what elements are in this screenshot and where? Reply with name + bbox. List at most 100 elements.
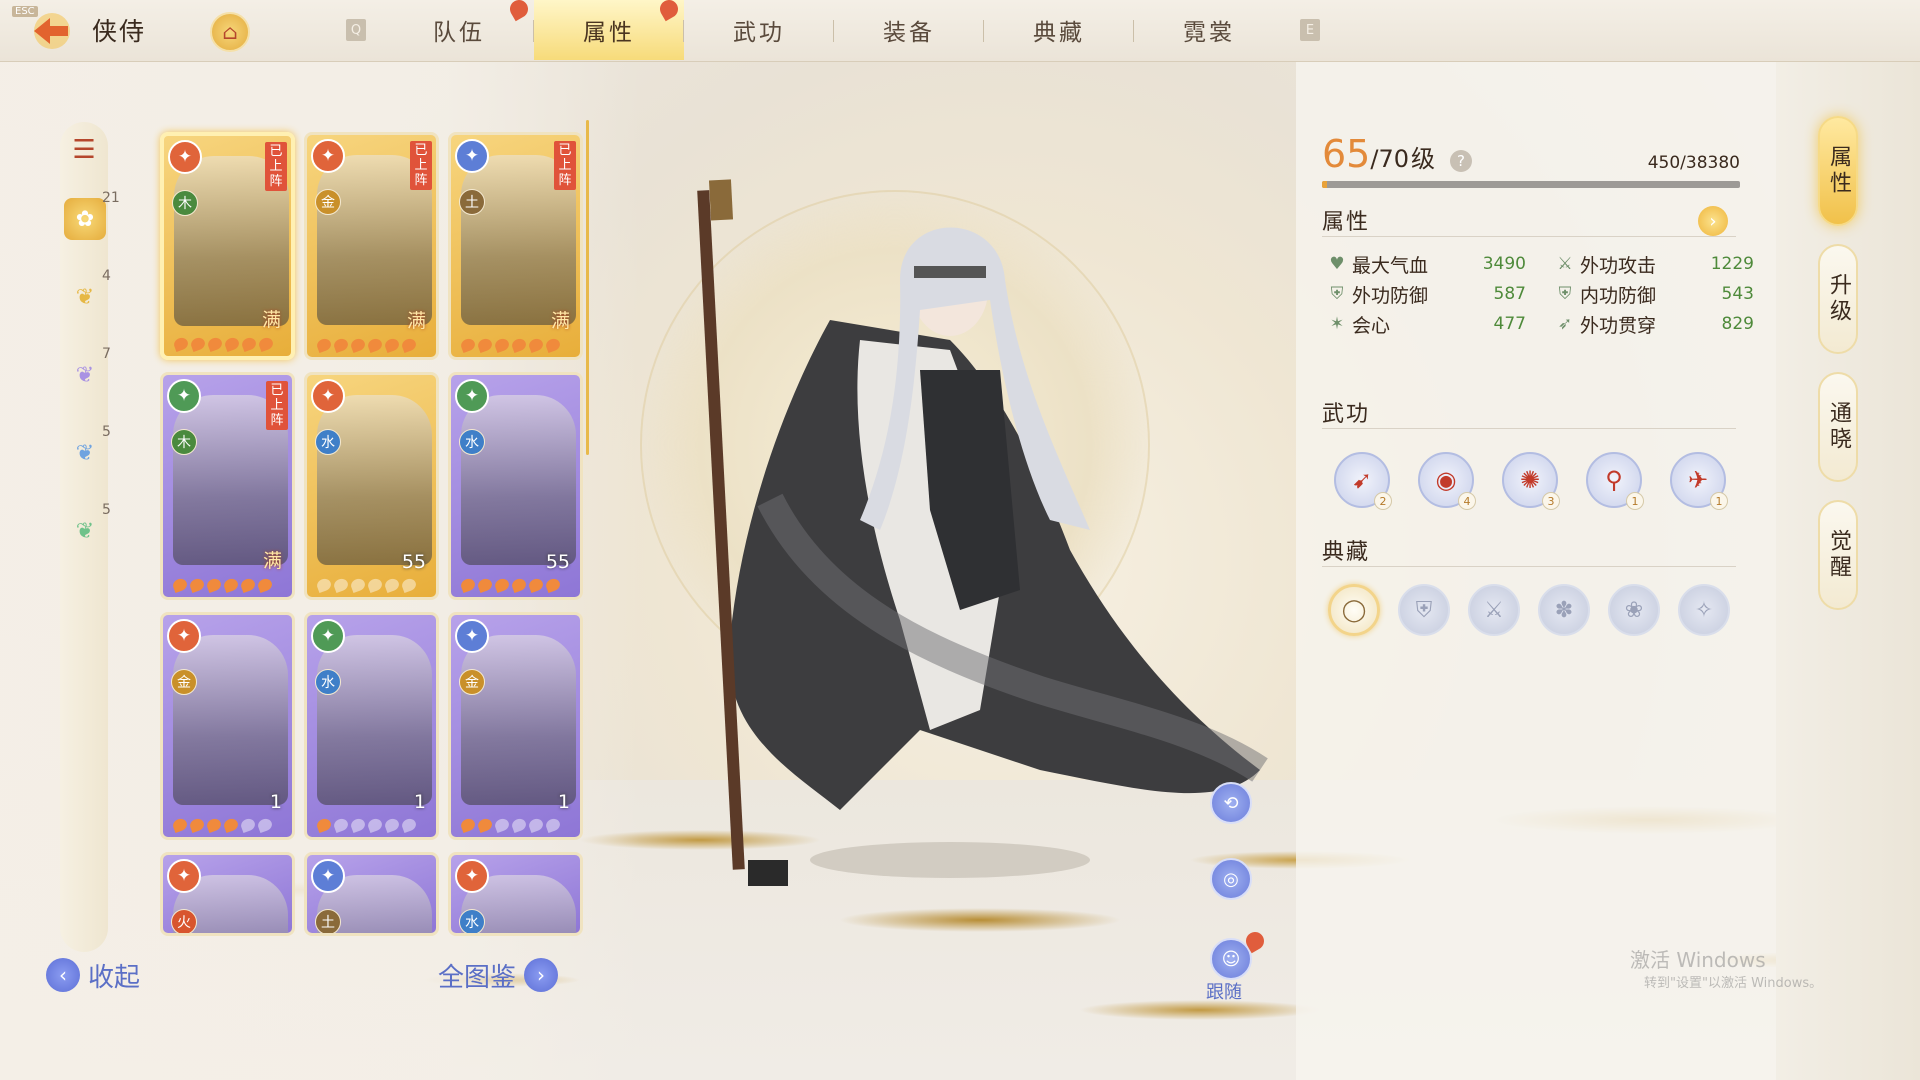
side-tab-1[interactable]: 升级 xyxy=(1818,244,1858,354)
star-icon xyxy=(171,816,189,834)
filter-faction-2[interactable]: ❦ 7 xyxy=(64,346,111,396)
stat-name: 外功贯穿 xyxy=(1580,314,1657,337)
tab-0[interactable]: 队伍 xyxy=(384,0,534,60)
character-card[interactable]: ✦ 水 55 xyxy=(448,372,583,600)
skill-slot[interactable]: ➹ 2 xyxy=(1334,452,1392,510)
filter-all[interactable]: ✿ 21 xyxy=(64,190,120,240)
list-view-icon[interactable]: ☰ xyxy=(64,130,104,170)
sprig-icon: ✧ xyxy=(1694,597,1714,623)
relic-slot-6[interactable]: ✧ xyxy=(1678,584,1730,636)
relic-slot-1[interactable]: ◯ xyxy=(1328,584,1380,636)
character-card[interactable]: ✦ 火 xyxy=(160,852,295,936)
stat-name: 外功防御 xyxy=(1352,284,1429,307)
star-icon xyxy=(544,816,562,834)
tab-label: 典藏 xyxy=(1033,20,1085,46)
collapse-button[interactable]: ‹ 收起 xyxy=(46,955,140,995)
star-rating xyxy=(172,335,275,353)
star-rating xyxy=(315,336,418,354)
relic-slot-2[interactable]: ⛨ xyxy=(1398,584,1450,636)
skill-level: 2 xyxy=(1374,492,1392,510)
home-button[interactable]: ⌂ xyxy=(210,12,250,52)
star-icon xyxy=(332,576,350,594)
character-card[interactable]: ✦ 土 已上阵满 xyxy=(448,132,583,360)
card-level: 满 xyxy=(550,310,570,332)
star-icon xyxy=(527,336,545,354)
tab-1[interactable]: 属性 xyxy=(534,0,684,60)
character-card[interactable]: ✦ 土 xyxy=(304,852,439,936)
knot-icon: ❀ xyxy=(1624,597,1644,623)
star-icon xyxy=(188,576,206,594)
star-icon xyxy=(256,576,274,594)
faction-emblem-icon: ✦ xyxy=(167,859,201,893)
tab-4[interactable]: 典藏 xyxy=(984,0,1134,60)
back-arrow-icon xyxy=(34,13,70,49)
element-badge: 火 xyxy=(171,909,197,933)
faction-emblem-icon: ✦ xyxy=(455,619,489,653)
max-level: /70 xyxy=(1370,145,1409,173)
help-icon[interactable]: ? xyxy=(1450,150,1472,172)
tab-3[interactable]: 装备 xyxy=(834,0,984,60)
pose-button[interactable]: ⟲ xyxy=(1210,782,1252,824)
stat-name: 内功防御 xyxy=(1580,284,1657,307)
star-icon xyxy=(205,816,223,834)
skill-slot[interactable]: ⚲ 1 xyxy=(1586,452,1644,510)
character-card[interactable]: ✦ 金 已上阵满 xyxy=(304,132,439,360)
card-level: 满 xyxy=(261,309,281,331)
roster-scrollbar[interactable] xyxy=(586,120,589,455)
element-badge: 水 xyxy=(459,429,485,455)
atlas-button[interactable]: 全图鉴 › xyxy=(438,955,559,995)
filter-count: 5 xyxy=(102,424,111,440)
skill-icon: ◉ xyxy=(1435,466,1457,494)
tab-2[interactable]: 武功 xyxy=(684,0,834,60)
character-card[interactable]: ✦ 水 1 xyxy=(304,612,439,840)
character-card[interactable]: ✦ 木 已上阵满 xyxy=(160,372,295,600)
chevron-right-icon: › xyxy=(1709,210,1717,232)
skill-slot[interactable]: ✈ 1 xyxy=(1670,452,1728,510)
star-icon xyxy=(493,336,511,354)
filter-faction-1[interactable]: ❦ 4 xyxy=(64,268,111,318)
character-card[interactable]: ✦ 金 1 xyxy=(448,612,583,840)
star-icon xyxy=(257,335,275,353)
star-icon xyxy=(383,816,401,834)
skill-slot[interactable]: ◉ 4 xyxy=(1418,452,1476,510)
armor-icon: ⛨ xyxy=(1330,284,1344,304)
tab-label: 霓裳 xyxy=(1183,20,1235,46)
star-icon xyxy=(315,336,333,354)
character-card[interactable]: ✦ 水 55 xyxy=(304,372,439,600)
element-badge: 水 xyxy=(315,669,341,695)
camera-button[interactable]: ◎ xyxy=(1210,858,1252,900)
side-tab-2[interactable]: 通晓 xyxy=(1818,372,1858,482)
star-icon xyxy=(459,816,477,834)
skill-slot[interactable]: ✺ 3 xyxy=(1502,452,1560,510)
card-level: 满 xyxy=(406,310,426,332)
collapse-label: 收起 xyxy=(88,962,141,993)
relic-slot-3[interactable]: ⚔ xyxy=(1468,584,1520,636)
relic-slot-5[interactable]: ❀ xyxy=(1608,584,1660,636)
attributes-detail-button[interactable]: › xyxy=(1698,206,1728,236)
star-icon xyxy=(400,576,418,594)
stat-value: 1229 xyxy=(1710,254,1754,274)
character-card[interactable]: ✦ 水 xyxy=(448,852,583,936)
character-card[interactable]: ✦ 木 已上阵满 xyxy=(160,132,295,360)
deployed-tag: 已上阵 xyxy=(410,141,432,190)
character-portrait[interactable] xyxy=(620,170,1320,890)
relic-slot-4[interactable]: ✽ xyxy=(1538,584,1590,636)
character-card[interactable]: ✦ 金 1 xyxy=(160,612,295,840)
element-badge: 水 xyxy=(459,909,485,933)
filter-faction-3[interactable]: ❦ 5 xyxy=(64,424,111,474)
faction-emblem-icon: ✦ xyxy=(455,859,489,893)
tab-5[interactable]: 霓裳 xyxy=(1134,0,1284,60)
element-badge: 水 xyxy=(315,429,341,455)
faction-emblem-icon: ✦ xyxy=(167,619,201,653)
star-icon xyxy=(510,576,528,594)
level-display: 65 /70 级 xyxy=(1322,132,1435,176)
side-tab-3[interactable]: 觉醒 xyxy=(1818,500,1858,610)
faction-emblem-icon: ✦ xyxy=(455,379,489,413)
sword-icon: ⚔ xyxy=(1557,254,1573,274)
side-tab-0[interactable]: 属性 xyxy=(1818,116,1858,226)
star-icon xyxy=(256,816,274,834)
pierce-icon: ➶ xyxy=(1557,314,1573,334)
filter-faction-4[interactable]: ❦ 5 xyxy=(64,502,111,552)
back-button[interactable] xyxy=(26,10,74,52)
stat-name: 最大气血 xyxy=(1352,254,1429,277)
